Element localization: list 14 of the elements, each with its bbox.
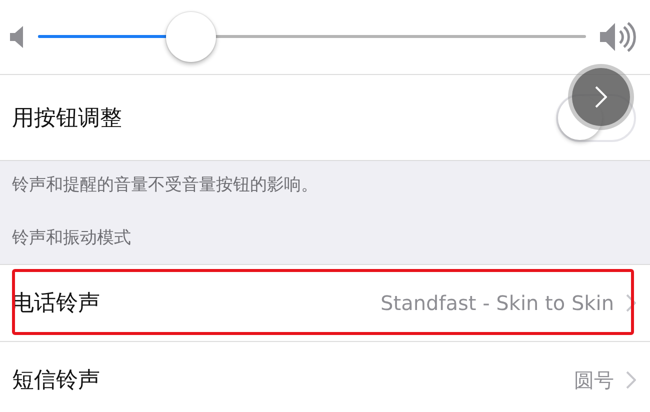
chevron-icon: [595, 86, 607, 108]
volume-slider[interactable]: [38, 11, 586, 63]
setting-value: Standfast - Skin to Skin: [380, 291, 614, 315]
floating-button[interactable]: [572, 68, 630, 126]
setting-label: 用按钮调整: [12, 104, 122, 132]
setting-value: 圆号: [574, 366, 614, 394]
setting-label: 短信铃声: [12, 367, 101, 395]
footnote-text: 铃声和提醒的音量不受音量按钮的影响。: [12, 174, 319, 196]
section-header: 铃声和振动模式: [12, 227, 132, 249]
slider-thumb[interactable]: [166, 12, 216, 62]
chevron-icon: [626, 294, 636, 312]
speaker-low-icon: [10, 26, 24, 48]
speaker-high-icon: [600, 22, 636, 52]
chevron-icon: [626, 371, 636, 389]
